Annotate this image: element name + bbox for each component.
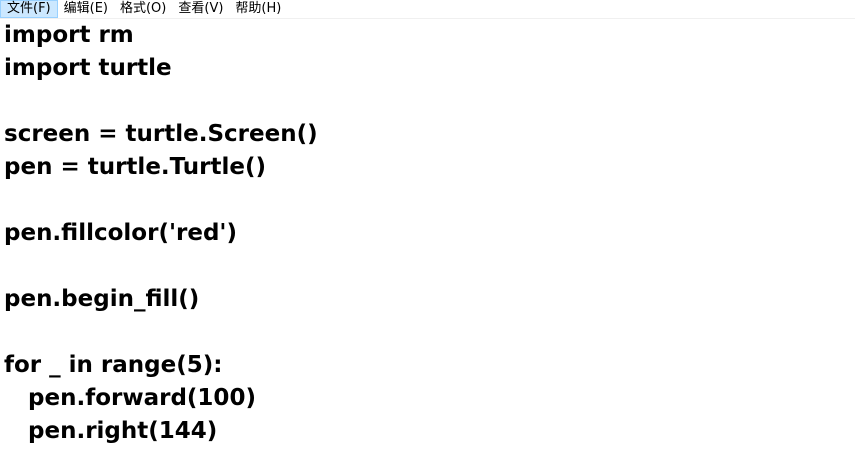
- code-line-5: pen = turtle.Turtle(): [4, 154, 267, 180]
- code-line-12: pen.forward(100): [4, 385, 256, 411]
- notepad-window: 文件(F) 编辑(E) 格式(O) 查看(V) 帮助(H) import rm …: [0, 0, 855, 451]
- code-line-13: pen.right(144): [4, 418, 218, 444]
- menu-view[interactable]: 查看(V): [172, 0, 229, 18]
- code-line-4: screen = turtle.Screen(): [4, 121, 318, 147]
- menu-bar: 文件(F) 编辑(E) 格式(O) 查看(V) 帮助(H): [0, 0, 855, 19]
- menu-format[interactable]: 格式(O): [114, 0, 172, 18]
- code-line-11: for _ in range(5):: [4, 352, 223, 378]
- code-line-7: pen.fillcolor('red'): [4, 220, 237, 246]
- menu-edit[interactable]: 编辑(E): [58, 0, 114, 18]
- text-editor-area[interactable]: import rm import turtle screen = turtle.…: [0, 19, 855, 451]
- menu-file[interactable]: 文件(F): [0, 0, 58, 18]
- code-line-2: import turtle: [4, 55, 172, 81]
- code-line-9: pen.begin_fill(): [4, 286, 200, 312]
- code-line-1: import rm: [4, 22, 134, 48]
- menu-help[interactable]: 帮助(H): [229, 0, 287, 18]
